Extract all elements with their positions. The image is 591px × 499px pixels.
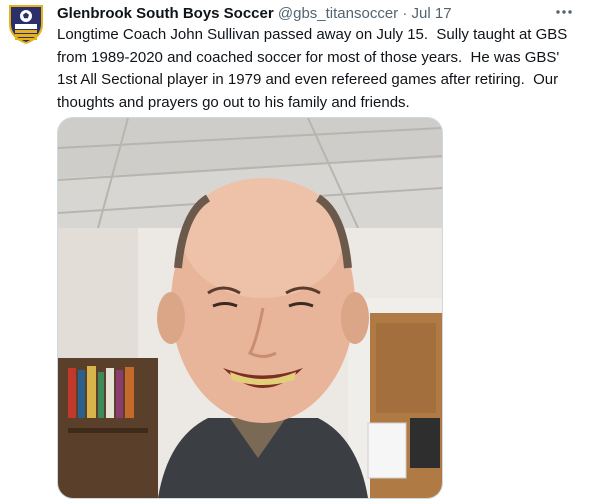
tweet-text: Longtime Coach John Sullivan passed away… <box>57 26 572 111</box>
separator-dot: · <box>402 5 408 22</box>
coach-portrait-image <box>58 118 442 498</box>
more-options-button[interactable] <box>554 2 574 22</box>
tweet-card[interactable]: Glenbrook South Boys Soccer @gbs_titanso… <box>0 0 591 499</box>
more-horizontal-icon <box>556 10 572 14</box>
author-handle[interactable]: @gbs_titansoccer <box>278 5 398 22</box>
tweet-date[interactable]: Jul 17 <box>412 5 452 22</box>
tweet-header: Glenbrook South Boys Soccer @gbs_titanso… <box>57 4 577 24</box>
titan-soccer-crest-icon <box>9 5 43 45</box>
author-name[interactable]: Glenbrook South Boys Soccer <box>57 5 274 22</box>
tweet-photo[interactable] <box>57 117 443 499</box>
avatar[interactable] <box>8 4 44 45</box>
